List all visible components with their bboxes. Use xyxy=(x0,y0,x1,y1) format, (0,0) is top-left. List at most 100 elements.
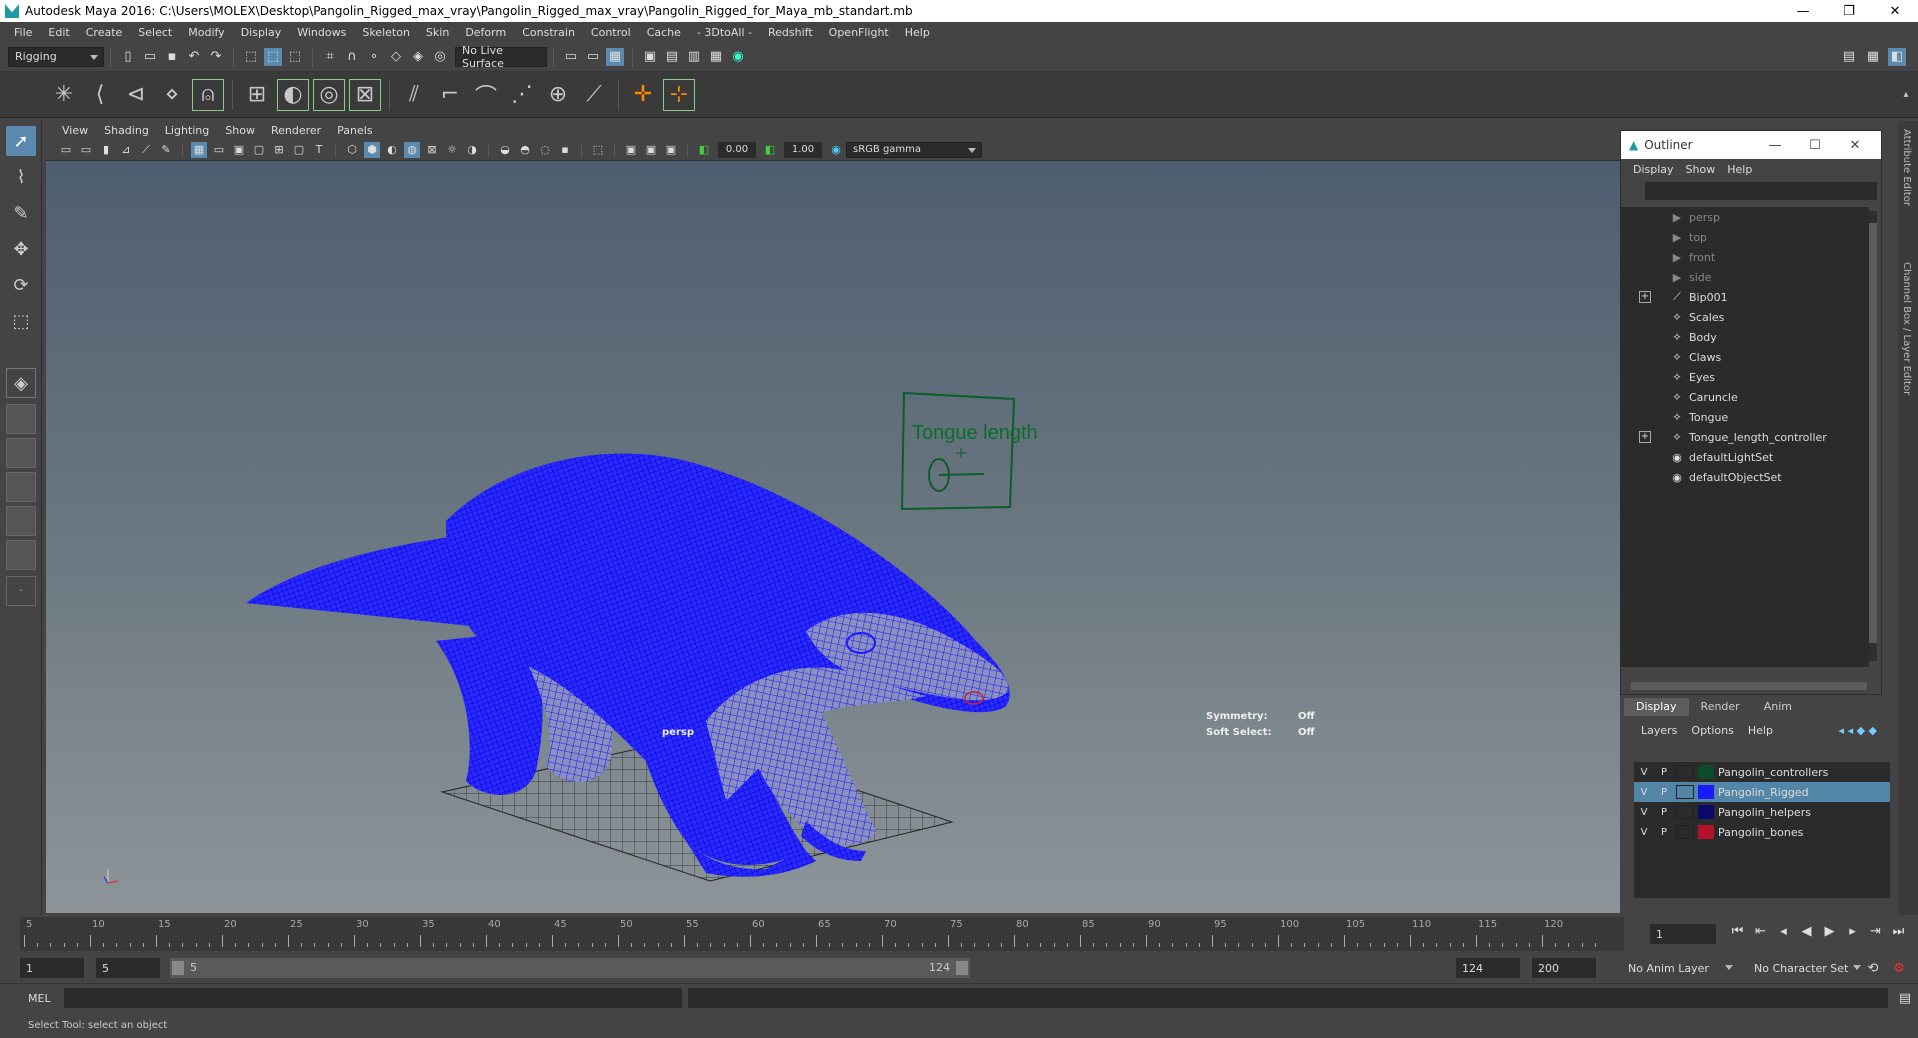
cluster-icon[interactable]: ⫽ xyxy=(398,79,430,111)
render-view-icon[interactable]: ▣ xyxy=(641,48,659,66)
rotate-tool-icon[interactable]: ⟳ xyxy=(6,270,36,300)
outliner-vertical-scrollbar[interactable] xyxy=(1869,211,1877,661)
layer-color-swatch[interactable] xyxy=(1698,765,1714,779)
outliner-item[interactable]: ◉ defaultObjectSet xyxy=(1621,467,1869,487)
layer-playback-toggle[interactable]: P xyxy=(1654,767,1674,778)
script-editor-icon[interactable]: ▤ xyxy=(1896,989,1914,1007)
maximize-button[interactable]: ❐ xyxy=(1826,0,1872,22)
viewport-menu-panels[interactable]: Panels xyxy=(329,124,380,137)
menu-select[interactable]: Select xyxy=(130,26,180,39)
playback-start-field[interactable]: 5 xyxy=(96,958,160,978)
menu-control[interactable]: Control xyxy=(583,26,639,39)
locator-icon[interactable]: ⌐ xyxy=(434,79,466,111)
antialiasing-icon[interactable]: ◌ xyxy=(537,142,553,158)
open-scene-icon[interactable]: ▭ xyxy=(141,48,159,66)
default-material-icon[interactable]: ◐ xyxy=(384,142,400,158)
start-time-field[interactable]: 1 xyxy=(20,958,84,978)
live-surface-field[interactable]: No Live Surface xyxy=(455,44,547,70)
motion-blur-icon[interactable]: ◓ xyxy=(517,142,533,158)
lattice-icon[interactable]: ⊠ xyxy=(349,78,381,111)
menu-create[interactable]: Create xyxy=(78,26,131,39)
wrap-deformer-icon[interactable]: ◎ xyxy=(313,78,345,111)
four-view-layout-icon[interactable] xyxy=(6,404,36,434)
move-tool-icon[interactable]: ✥ xyxy=(6,234,36,264)
shadows-icon[interactable]: ◑ xyxy=(464,142,480,158)
outliner-item[interactable]: ⟡ Body xyxy=(1621,327,1869,347)
screen-space-ao-icon[interactable]: ◒ xyxy=(497,142,513,158)
select-object-icon[interactable]: ⬚ xyxy=(264,47,282,66)
layer-row[interactable]: V P Pangolin_controllers xyxy=(1634,762,1890,782)
paint-select-icon[interactable]: ✎ xyxy=(6,198,36,228)
layer-color-swatch[interactable] xyxy=(1698,825,1714,839)
select-hierarchy-icon[interactable]: ⬚ xyxy=(242,48,260,66)
outliner-item[interactable]: ⟡ Eyes xyxy=(1621,367,1869,387)
film-gate-icon[interactable]: ▭ xyxy=(211,142,227,158)
resolution-gate-icon[interactable]: ▣ xyxy=(231,142,247,158)
minimize-button[interactable]: — xyxy=(1780,0,1826,22)
menu-edit[interactable]: Edit xyxy=(40,26,77,39)
end-time-field[interactable]: 200 xyxy=(1532,958,1596,978)
tongue-length-controller[interactable]: Tongue length xyxy=(900,391,1038,511)
outliner-item[interactable]: + ⟋ Bip001 xyxy=(1621,287,1869,307)
outliner-menu-show[interactable]: Show xyxy=(1680,163,1722,176)
render-frame-icon[interactable]: ▤ xyxy=(663,48,681,66)
layer-menu-options[interactable]: Options xyxy=(1684,724,1740,737)
isolate-select-icon[interactable]: ⬚ xyxy=(590,142,606,158)
snap-view-plane-icon[interactable]: ◇ xyxy=(387,48,405,66)
snap-point-icon[interactable]: ∘ xyxy=(365,48,383,66)
depth-of-field-icon[interactable]: ▪ xyxy=(557,142,573,158)
more-layouts-icon[interactable]: · xyxy=(6,576,36,606)
output-ops-icon[interactable]: ▭ xyxy=(584,48,602,66)
outliner-maximize-button[interactable]: ☐ xyxy=(1795,138,1835,153)
persp-outliner-layout-icon[interactable] xyxy=(6,438,36,468)
outliner-item[interactable]: ▶ front xyxy=(1621,247,1869,267)
exposure-field[interactable]: 0.00 xyxy=(718,141,756,158)
layer-menu-help[interactable]: Help xyxy=(1741,724,1780,737)
range-start-handle[interactable] xyxy=(172,961,184,975)
outliner-item[interactable]: ⟡ Tongue xyxy=(1621,407,1869,427)
viewport-menu-lighting[interactable]: Lighting xyxy=(157,124,217,137)
grid-toggle-icon[interactable]: ▦ xyxy=(191,141,207,158)
outliner-menu-help[interactable]: Help xyxy=(1721,163,1758,176)
menu-skin[interactable]: Skin xyxy=(418,26,457,39)
quick-rig-icon[interactable]: ⍝ xyxy=(192,78,224,111)
layer-display-type-toggle[interactable] xyxy=(1676,785,1694,799)
outliner-item[interactable]: ⟡ Caruncle xyxy=(1621,387,1869,407)
outliner-horizontal-scrollbar[interactable] xyxy=(1631,682,1867,690)
layer-menu-layers[interactable]: Layers xyxy=(1634,724,1684,737)
layer-row[interactable]: V P Pangolin_helpers xyxy=(1634,802,1890,822)
tab-display[interactable]: Display xyxy=(1624,698,1689,716)
menu-windows[interactable]: Windows xyxy=(289,26,354,39)
menu-deform[interactable]: Deform xyxy=(457,26,514,39)
bind-skin-icon[interactable]: ⊞ xyxy=(241,79,273,111)
menu-display[interactable]: Display xyxy=(233,26,290,39)
xray-joints-icon[interactable]: ▣ xyxy=(663,142,679,158)
make-live-icon[interactable]: ◎ xyxy=(431,48,449,66)
play-forward-icon[interactable]: ▶ xyxy=(1818,924,1841,939)
range-bar[interactable]: 5 124 xyxy=(170,958,970,978)
expand-icon[interactable]: + xyxy=(1639,291,1651,303)
tab-anim[interactable]: Anim xyxy=(1752,698,1804,716)
gamma-field[interactable]: 1.00 xyxy=(784,141,822,158)
outliner-item[interactable]: ▶ persp xyxy=(1621,207,1869,227)
viewport-menu-renderer[interactable]: Renderer xyxy=(263,124,329,137)
textured-icon[interactable]: ⊠ xyxy=(424,142,440,158)
use-all-lights-icon[interactable]: ☼ xyxy=(444,142,460,158)
mirror-joint-icon[interactable]: ⊲ xyxy=(120,79,152,111)
curve-tool-icon[interactable]: ⌒ xyxy=(470,79,502,111)
gate-mask-icon[interactable]: ▢ xyxy=(251,142,267,158)
new-scene-icon[interactable]: ▯ xyxy=(119,48,137,66)
xray-active-icon[interactable]: ▣ xyxy=(643,142,659,158)
ipr-render-icon[interactable]: ▥ xyxy=(685,48,703,66)
smooth-shade-icon[interactable]: ⬢ xyxy=(364,141,380,158)
wireframe-on-shaded-icon[interactable]: ◍ xyxy=(404,141,420,158)
layer-row[interactable]: V P Pangolin_Rigged xyxy=(1634,782,1890,802)
undo-icon[interactable]: ↶ xyxy=(185,48,203,66)
range-end-handle[interactable] xyxy=(956,961,968,975)
field-chart-icon[interactable]: ⊞ xyxy=(271,142,287,158)
2d-pan-zoom-icon[interactable]: ⟋ xyxy=(138,142,154,158)
outliner-item[interactable]: ⟡ Claws xyxy=(1621,347,1869,367)
outliner-item[interactable]: + ⟡ Tongue_length_controller xyxy=(1621,427,1869,447)
bookmark-icon[interactable]: ▮ xyxy=(98,142,114,158)
redo-icon[interactable]: ↷ xyxy=(207,48,225,66)
